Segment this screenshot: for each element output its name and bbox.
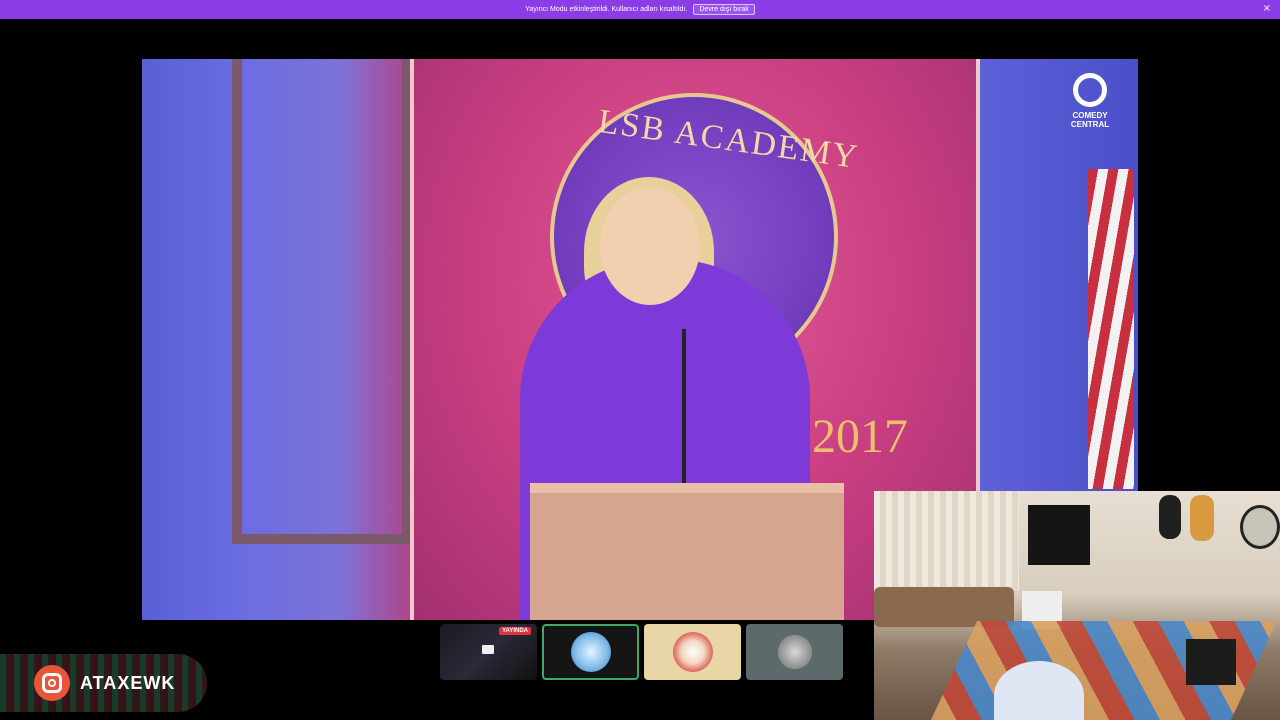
backdrop-year: 2017	[812, 410, 908, 463]
guitar	[1190, 495, 1214, 541]
podium	[530, 483, 844, 620]
live-badge: YAYINDA	[499, 627, 531, 635]
participant-tile[interactable]	[746, 624, 843, 680]
participant-tile-active[interactable]	[542, 624, 639, 680]
user-avatar	[570, 632, 611, 672]
comedy-central-icon	[1073, 73, 1107, 107]
user-avatar	[774, 632, 815, 672]
close-icon[interactable]: ×	[1263, 3, 1271, 15]
channel-logo-text: COMEDY CENTRAL	[1070, 111, 1110, 129]
performer-head	[600, 187, 700, 305]
participant-strip: YAYINDA	[440, 624, 843, 680]
disable-streamer-mode-button[interactable]: Devre dışı bırak	[693, 4, 755, 15]
channel-logo: COMEDY CENTRAL	[1070, 73, 1110, 129]
curtain	[874, 491, 1019, 591]
monitor-icon	[482, 645, 494, 654]
social-handle: ATAXEWK	[80, 672, 176, 693]
participant-tile[interactable]	[644, 624, 741, 680]
app-window: Yayıncı Modu etkinleştirildi. Kullanıcı …	[0, 0, 1280, 720]
streamer-mode-message: Yayıncı Modu etkinleştirildi. Kullanıcı …	[525, 6, 688, 13]
flag	[1088, 169, 1134, 489]
amplifier	[1186, 639, 1236, 685]
television	[1028, 505, 1090, 565]
instagram-icon	[34, 665, 70, 701]
participant-tile-screen-share[interactable]: YAYINDA	[440, 624, 537, 680]
user-avatar	[672, 632, 713, 672]
streamer-mode-banner: Yayıncı Modu etkinleştirildi. Kullanıcı …	[0, 0, 1280, 19]
mirror	[1240, 505, 1280, 549]
social-overlay: ATAXEWK	[0, 654, 207, 712]
webcam-overlay[interactable]	[874, 491, 1280, 720]
microphone-stand	[682, 329, 686, 483]
wall-frame	[232, 59, 412, 544]
guitar	[1159, 495, 1181, 539]
